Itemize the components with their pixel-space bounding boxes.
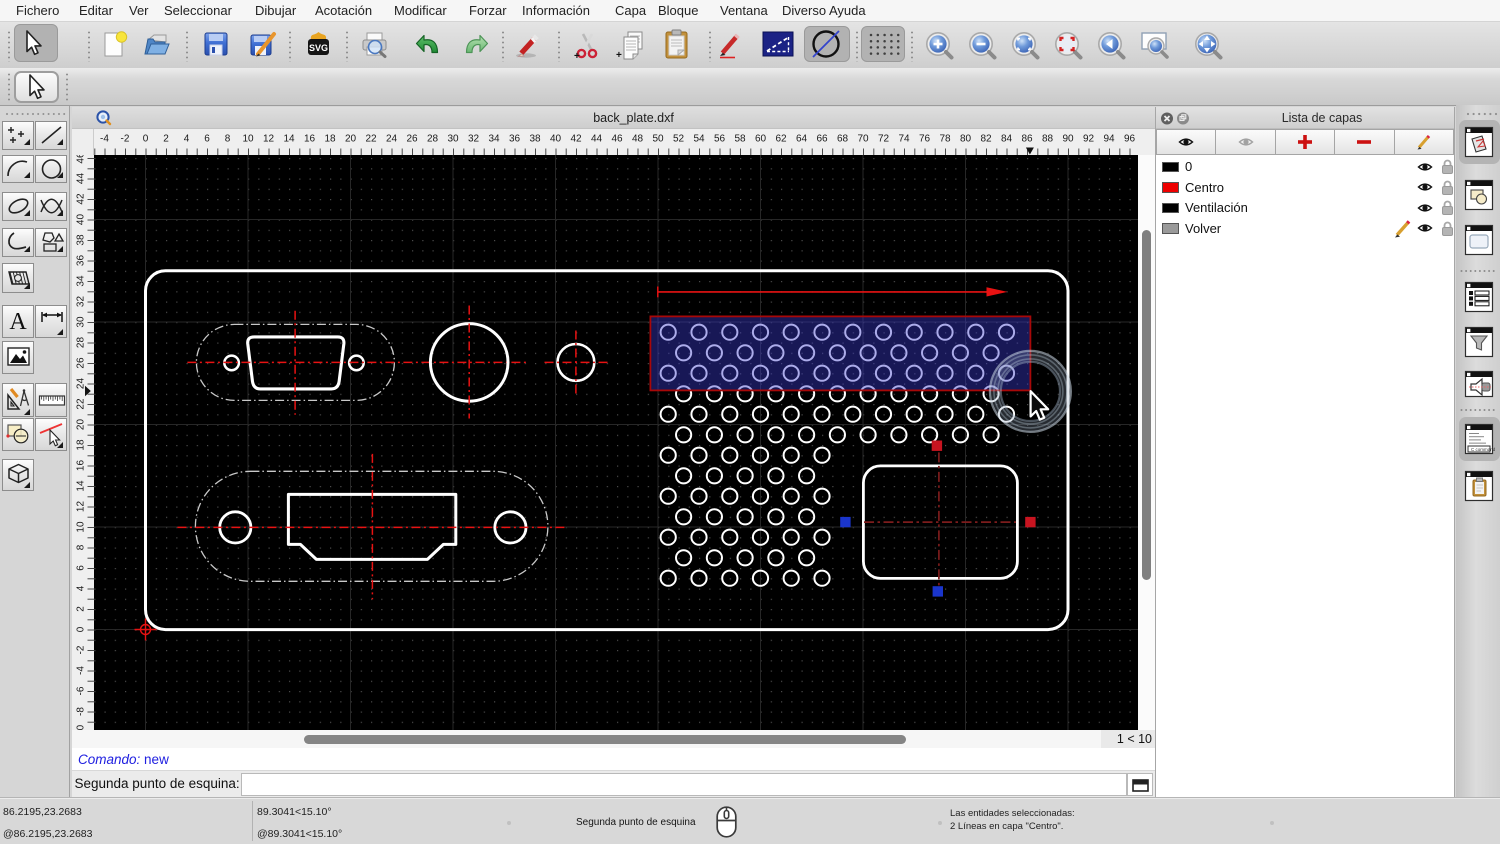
svg-text:14: 14 — [283, 134, 295, 145]
svg-text:76: 76 — [919, 134, 931, 145]
svg-text:46: 46 — [76, 155, 87, 164]
svg-text:60: 60 — [755, 134, 767, 145]
svg-text:68: 68 — [837, 134, 849, 145]
svg-text:24: 24 — [76, 378, 87, 390]
svg-text:-2: -2 — [76, 645, 87, 654]
svg-text:34: 34 — [488, 134, 500, 145]
svg-text:84: 84 — [1001, 134, 1013, 145]
svg-text:-8: -8 — [76, 707, 87, 716]
svg-text:94: 94 — [1103, 134, 1115, 145]
svg-text:92: 92 — [1083, 134, 1095, 145]
svg-text:8: 8 — [76, 544, 87, 550]
svg-text:34: 34 — [76, 275, 87, 287]
svg-text:20: 20 — [345, 134, 357, 145]
svg-text:46: 46 — [611, 134, 623, 145]
svg-text:78: 78 — [939, 134, 951, 145]
svg-text:56: 56 — [714, 134, 726, 145]
svg-text:38: 38 — [76, 234, 87, 246]
svg-text:32: 32 — [468, 134, 480, 145]
svg-text:4: 4 — [184, 134, 190, 145]
svg-text:80: 80 — [960, 134, 972, 145]
svg-text:6: 6 — [76, 565, 87, 571]
svg-text:54: 54 — [693, 134, 705, 145]
svg-text:66: 66 — [816, 134, 828, 145]
svg-text:96: 96 — [1124, 134, 1136, 145]
svg-text:14: 14 — [76, 480, 87, 492]
svg-text:74: 74 — [898, 134, 910, 145]
svg-text:62: 62 — [775, 134, 787, 145]
svg-text:26: 26 — [406, 134, 418, 145]
svg-text:16: 16 — [76, 460, 87, 472]
svg-text:22: 22 — [365, 134, 377, 145]
svg-text:0: 0 — [143, 134, 149, 145]
svg-text:2: 2 — [163, 134, 169, 145]
svg-text:0: 0 — [76, 626, 87, 632]
svg-text:C command: C command — [1471, 447, 1496, 452]
svg-text:30: 30 — [76, 316, 87, 328]
svg-text:-2: -2 — [121, 134, 130, 145]
svg-text:70: 70 — [857, 134, 869, 145]
svg-text:6: 6 — [204, 134, 210, 145]
svg-text:32: 32 — [76, 296, 87, 308]
svg-text:40: 40 — [550, 134, 562, 145]
svg-text:10: 10 — [76, 521, 87, 533]
svg-text:2: 2 — [76, 606, 87, 612]
svg-text:+: + — [574, 51, 580, 62]
svg-text:-4: -4 — [100, 134, 109, 145]
svg-text:A: A — [9, 309, 27, 335]
svg-text:24: 24 — [386, 134, 398, 145]
svg-text:44: 44 — [591, 134, 603, 145]
svg-text:40: 40 — [76, 214, 87, 226]
svg-text:42: 42 — [76, 193, 87, 205]
svg-text:58: 58 — [734, 134, 746, 145]
svg-text:90: 90 — [1062, 134, 1074, 145]
svg-text:64: 64 — [796, 134, 808, 145]
svg-text:20: 20 — [76, 419, 87, 431]
svg-text:44: 44 — [76, 173, 87, 185]
svg-text:12: 12 — [263, 134, 275, 145]
svg-text:10: 10 — [242, 134, 254, 145]
svg-text:86: 86 — [1021, 134, 1033, 145]
svg-text:88: 88 — [1042, 134, 1054, 145]
svg-text:4: 4 — [76, 585, 87, 591]
svg-text:50: 50 — [652, 134, 664, 145]
svg-text:12: 12 — [76, 501, 87, 513]
svg-text:30: 30 — [447, 134, 459, 145]
svg-text:+: + — [616, 50, 622, 61]
svg-text:36: 36 — [509, 134, 521, 145]
svg-text:48: 48 — [632, 134, 644, 145]
svg-text:28: 28 — [76, 337, 87, 349]
svg-text:42: 42 — [570, 134, 582, 145]
svg-text:36: 36 — [76, 255, 87, 267]
svg-text:8: 8 — [225, 134, 231, 145]
svg-text:72: 72 — [878, 134, 890, 145]
svg-text:18: 18 — [76, 439, 87, 451]
svg-text:26: 26 — [76, 357, 87, 369]
svg-text:22: 22 — [76, 398, 87, 410]
svg-text:-6: -6 — [76, 686, 87, 695]
svg-text:16: 16 — [304, 134, 316, 145]
svg-text:28: 28 — [427, 134, 439, 145]
svg-text:38: 38 — [529, 134, 541, 145]
svg-text:-4: -4 — [76, 666, 87, 675]
svg-text:52: 52 — [673, 134, 685, 145]
svg-text:SVG: SVG — [309, 43, 328, 53]
svg-text:18: 18 — [324, 134, 336, 145]
svg-text:82: 82 — [980, 134, 992, 145]
